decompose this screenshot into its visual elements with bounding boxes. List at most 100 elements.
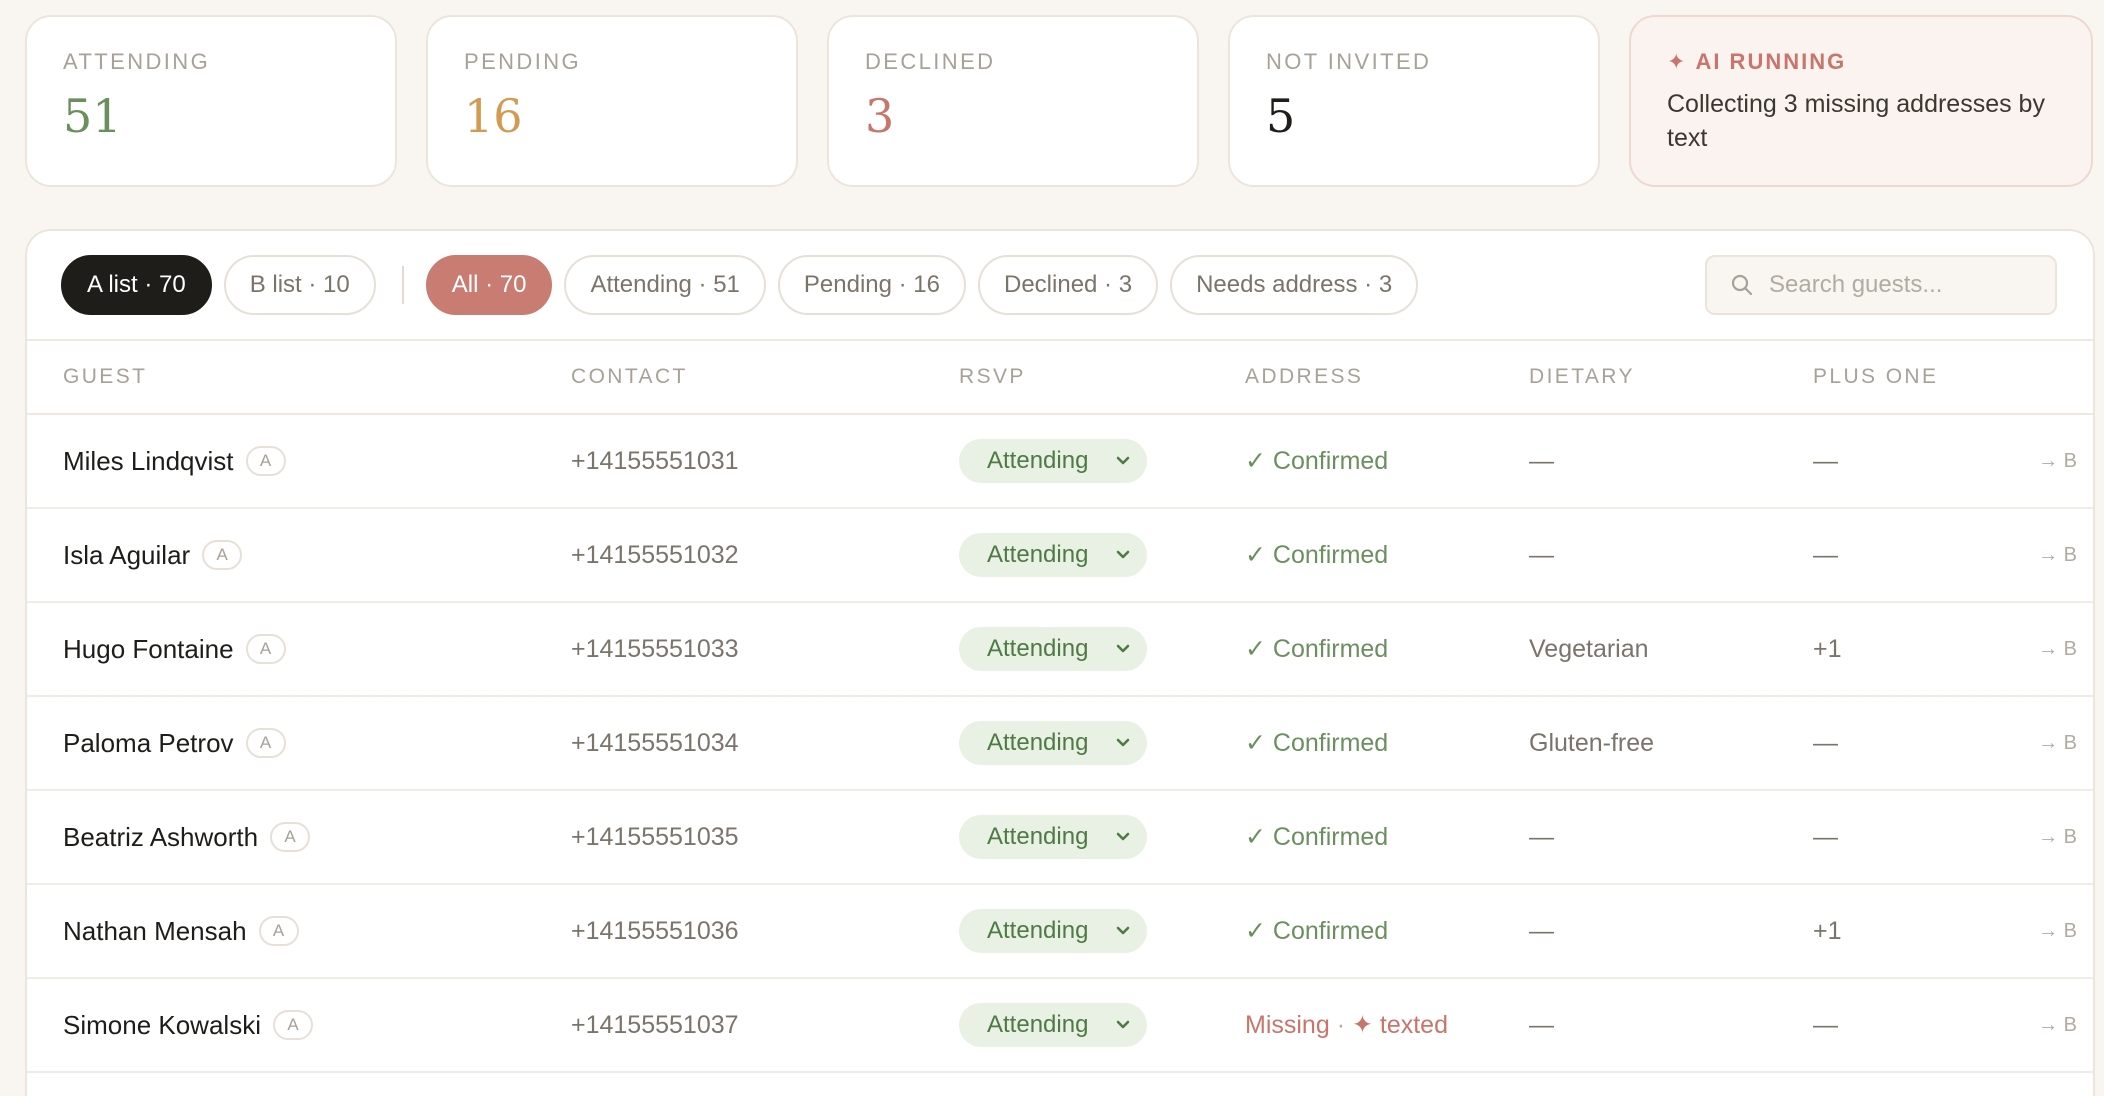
filter-pending[interactable]: Pending · 16: [777, 255, 966, 315]
dietary-cell: —: [1529, 916, 1554, 945]
contact-cell: +14155551037: [571, 1010, 739, 1039]
dietary-cell: Vegetarian: [1529, 634, 1649, 663]
table-row[interactable]: Miles Lindqvist A +14155551031 Attending…: [27, 415, 2093, 509]
column-header-rsvp[interactable]: RSVP: [959, 365, 1245, 389]
filter-declined[interactable]: Declined · 3: [978, 255, 1159, 315]
toolbar-divider: [401, 266, 404, 304]
rsvp-dropdown[interactable]: Attending: [959, 909, 1147, 953]
column-header-address[interactable]: ADDRESS: [1245, 365, 1529, 389]
filter-needs-address[interactable]: Needs address · 3: [1170, 255, 1419, 315]
guest-name[interactable]: Paloma Petrov: [63, 728, 234, 759]
table-row[interactable]: Beatriz Ashworth A +14155551035 Attendin…: [27, 791, 2093, 885]
stat-value: 3: [865, 89, 895, 143]
table-row[interactable]: Nathan Mensah A +14155551036 Attending ✓…: [27, 885, 2093, 979]
filter-toolbar: A list · 70 B list · 10 All · 70 Attendi…: [27, 231, 2093, 341]
rsvp-dropdown[interactable]: Attending: [959, 439, 1147, 483]
stat-card-declined[interactable]: DECLINED 3: [827, 15, 1199, 187]
filter-all[interactable]: All · 70: [425, 255, 553, 315]
stat-value: 5: [1266, 89, 1296, 143]
ai-status-description: Collecting 3 missing addresses by text: [1667, 90, 2045, 152]
chevron-down-icon: [1116, 550, 1130, 559]
rsvp-value: Attending: [987, 729, 1089, 756]
contact-cell: +14155551036: [571, 916, 739, 945]
guest-list-page: ATTENDING 51 PENDING 16 DECLINED 3 NOT I…: [0, 0, 2104, 1096]
search-box[interactable]: [1705, 255, 2057, 315]
address-separator: ·: [1336, 1011, 1346, 1039]
column-header-dietary[interactable]: DIETARY: [1529, 365, 1813, 389]
address-status: ✓ Confirmed: [1245, 729, 1389, 757]
plus-one-cell: —: [1813, 822, 1838, 851]
plus-one-cell: —: [1813, 728, 1838, 757]
column-header-plus-one[interactable]: PLUS ONE: [1813, 365, 1983, 389]
list-tag: A: [202, 540, 243, 570]
address-status: Missing · ✦ texted: [1245, 1010, 1529, 1040]
rsvp-dropdown[interactable]: Attending: [959, 815, 1147, 859]
stat-card-pending[interactable]: PENDING 16: [426, 15, 798, 187]
table-header: GUEST CONTACT RSVP ADDRESS DIETARY PLUS …: [27, 341, 2093, 415]
rsvp-cell: Attending: [959, 627, 1245, 671]
chevron-down-icon: [1116, 456, 1130, 465]
guest-name[interactable]: Hugo Fontaine: [63, 634, 234, 665]
rsvp-dropdown[interactable]: Attending: [959, 1003, 1147, 1047]
rsvp-dropdown[interactable]: Attending: [959, 627, 1147, 671]
rsvp-value: Attending: [987, 447, 1089, 474]
plus-one-cell: +1: [1813, 634, 1842, 663]
guest-cell: Nathan Mensah A: [27, 916, 571, 947]
contact-cell: +14155551033: [571, 634, 739, 663]
guest-name[interactable]: Miles Lindqvist: [63, 446, 234, 477]
guest-name[interactable]: Simone Kowalski: [63, 1010, 261, 1041]
guest-cell: Simone Kowalski A: [27, 1010, 571, 1041]
table-row[interactable]: Hugo Fontaine A +14155551033 Attending ✓…: [27, 603, 2093, 697]
table-row[interactable]: Isla Aguilar A +14155551032 Attending ✓ …: [27, 509, 2093, 603]
move-to-b-button[interactable]: → B: [1983, 544, 2077, 567]
column-header-contact[interactable]: CONTACT: [571, 365, 959, 389]
address-texted-label: ✦ texted: [1351, 1011, 1448, 1039]
guest-name[interactable]: Nathan Mensah: [63, 916, 247, 947]
plus-one-cell: —: [1813, 540, 1838, 569]
guest-name[interactable]: Beatriz Ashworth: [63, 822, 258, 853]
column-header-guest[interactable]: GUEST: [27, 365, 571, 389]
guest-name[interactable]: Isla Aguilar: [63, 540, 190, 571]
move-to-b-button[interactable]: → B: [1983, 638, 2077, 661]
list-tab-b[interactable]: B list · 10: [223, 255, 376, 315]
dietary-cell: —: [1529, 822, 1554, 851]
rsvp-dropdown[interactable]: Attending: [959, 721, 1147, 765]
move-to-b-button[interactable]: → B: [1983, 450, 2077, 473]
move-to-b-button[interactable]: → B: [1983, 1014, 2077, 1037]
stat-label: DECLINED: [865, 49, 996, 74]
ai-status-title: AI RUNNING: [1695, 49, 1847, 74]
list-tag: A: [245, 446, 286, 476]
chevron-down-icon: [1116, 738, 1130, 747]
rsvp-value: Attending: [987, 1011, 1089, 1038]
stat-value: 51: [63, 89, 122, 143]
plus-one-cell: +1: [1813, 916, 1842, 945]
move-to-b-button[interactable]: → B: [1983, 732, 2077, 755]
contact-cell: +14155551035: [571, 822, 739, 851]
stat-card-not-invited[interactable]: NOT INVITED 5: [1228, 15, 1600, 187]
table-row[interactable]: Simone Kowalski A +14155551037 Attending…: [27, 979, 2093, 1073]
rsvp-dropdown[interactable]: Attending: [959, 533, 1147, 577]
address-status: ✓ Confirmed: [1245, 541, 1389, 569]
sparkle-icon: ✦: [1667, 49, 1688, 74]
guest-cell: Paloma Petrov A: [27, 728, 571, 759]
chevron-down-icon: [1116, 1020, 1130, 1029]
stat-card-attending[interactable]: ATTENDING 51: [25, 15, 397, 187]
guest-cell: Isla Aguilar A: [27, 540, 571, 571]
table-row[interactable]: Paloma Petrov A +14155551034 Attending ✓…: [27, 697, 2093, 791]
address-status: ✓ Confirmed: [1245, 917, 1389, 945]
address-status: ✓ Confirmed: [1245, 447, 1389, 475]
rsvp-cell: Attending: [959, 533, 1245, 577]
move-to-b-button[interactable]: → B: [1983, 826, 2077, 849]
rsvp-value: Attending: [987, 917, 1089, 944]
move-to-b-button[interactable]: → B: [1983, 920, 2077, 943]
plus-one-cell: —: [1813, 1010, 1838, 1039]
search-input[interactable]: [1769, 271, 2029, 299]
rsvp-value: Attending: [987, 823, 1089, 850]
list-tab-a[interactable]: A list · 70: [61, 255, 212, 315]
contact-cell: +14155551031: [571, 446, 739, 475]
stat-value: 16: [464, 89, 523, 143]
ai-status-label: ✦ AI RUNNING: [1667, 49, 2055, 75]
rsvp-cell: Attending: [959, 721, 1245, 765]
filter-attending[interactable]: Attending · 51: [564, 255, 766, 315]
chevron-down-icon: [1116, 832, 1130, 841]
